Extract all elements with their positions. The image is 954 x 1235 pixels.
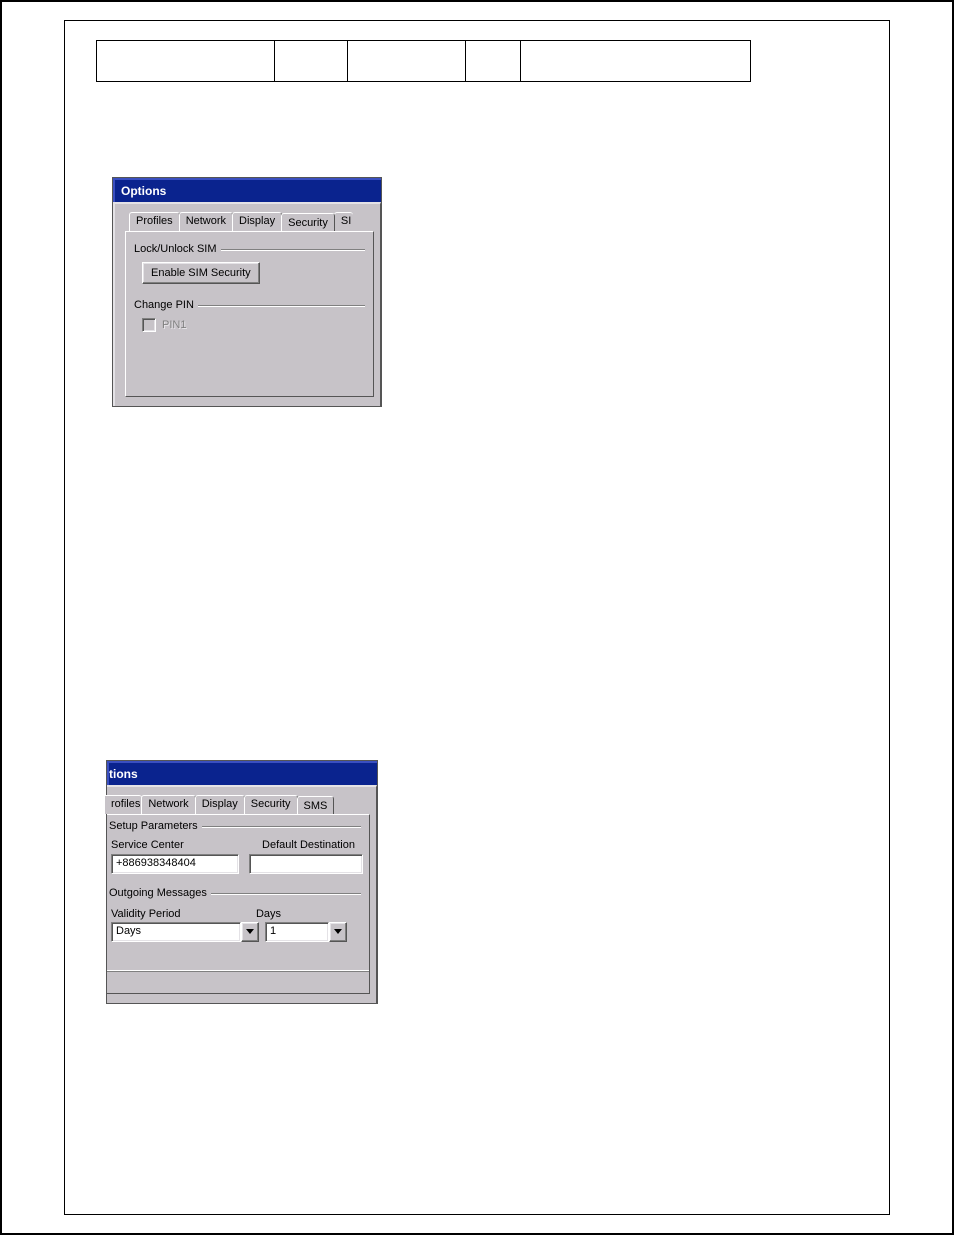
chevron-down-icon[interactable]	[241, 922, 259, 942]
tab-profiles-partial[interactable]: rofiles	[105, 795, 142, 814]
checkbox-icon	[142, 318, 156, 332]
service-center-label: Service Center	[111, 839, 228, 851]
group-setup-parameters: Setup Parameters Service Center Default …	[109, 819, 361, 878]
days-select[interactable]: 1	[265, 922, 347, 942]
tab-display[interactable]: Display	[195, 795, 245, 814]
tab-sms[interactable]: SMS	[297, 796, 335, 815]
options-tabs: Profiles Network Display Security SI	[129, 212, 374, 231]
tab-display[interactable]: Display	[232, 212, 282, 231]
days-label: Days	[256, 908, 281, 920]
options-window-sms: tions rofiles Network Display Security S…	[106, 760, 378, 1004]
group-label: Setup Parameters	[109, 820, 202, 832]
tab-network[interactable]: Network	[179, 212, 233, 231]
pin1-label: PIN1	[162, 319, 186, 331]
tab-security[interactable]: Security	[244, 795, 298, 814]
options-tabs-sms: rofiles Network Display Security SMS	[105, 795, 370, 814]
pin1-checkbox: PIN1	[142, 318, 186, 332]
validity-period-label: Validity Period	[111, 908, 181, 920]
tab-network[interactable]: Network	[141, 795, 195, 814]
doc-header-table	[96, 40, 751, 82]
tab-profiles[interactable]: Profiles	[129, 212, 180, 231]
status-bar	[107, 970, 369, 993]
group-label: Change PIN	[134, 299, 198, 311]
window-title: tions	[107, 761, 377, 785]
enable-sim-security-button[interactable]: Enable SIM Security	[142, 262, 260, 284]
default-destination-input[interactable]	[249, 854, 363, 874]
group-change-pin: Change PIN PIN1	[134, 298, 365, 339]
tab-partial[interactable]: SI	[334, 212, 353, 231]
options-window-security: Options Profiles Network Display Securit…	[112, 177, 382, 407]
security-panel: Lock/Unlock SIM Enable SIM Security Chan…	[125, 231, 374, 397]
group-lock-unlock-sim: Lock/Unlock SIM Enable SIM Security	[134, 242, 365, 288]
group-outgoing-messages: Outgoing Messages Validity Period Days D…	[109, 886, 361, 946]
window-title: Options	[113, 178, 381, 202]
group-label: Lock/Unlock SIM	[134, 243, 221, 255]
chevron-down-icon[interactable]	[329, 922, 347, 942]
days-value: 1	[265, 922, 329, 942]
default-destination-label: Default Destination	[238, 839, 357, 851]
group-label: Outgoing Messages	[109, 887, 211, 899]
sms-panel: Setup Parameters Service Center Default …	[107, 814, 370, 994]
validity-period-value: Days	[111, 922, 241, 942]
tab-security[interactable]: Security	[281, 213, 335, 232]
service-center-input[interactable]: +886938348404	[111, 854, 239, 874]
validity-period-select[interactable]: Days	[111, 922, 259, 942]
